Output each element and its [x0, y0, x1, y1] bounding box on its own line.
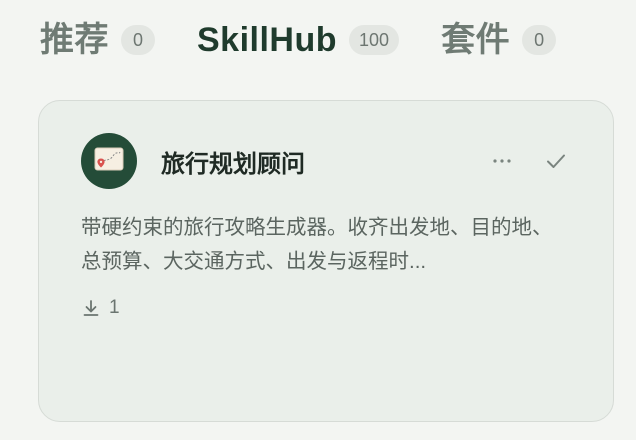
check-icon[interactable]: [539, 144, 573, 178]
download-count: 1: [81, 293, 120, 323]
skill-avatar: [81, 133, 137, 189]
skill-card[interactable]: 旅行规划顾问 带硬约束的旅行攻略生成器。收齐出发地、目的地、总预算、大交通方式、…: [38, 100, 614, 422]
skill-description: 带硬约束的旅行攻略生成器。收齐出发地、目的地、总预算、大交通方式、出发与返程时.…: [81, 216, 553, 273]
download-count-value: 1: [109, 297, 120, 318]
tab-skillhub-count-badge: 100: [349, 25, 400, 55]
travel-map-icon: [89, 139, 129, 184]
tab-suite-label: 套件: [441, 21, 511, 59]
skill-card-actions: [485, 144, 573, 178]
tab-recommend-label: 推荐: [40, 21, 109, 59]
download-icon: [81, 298, 101, 318]
skill-title: 旅行规划顾问: [161, 150, 305, 178]
tab-bar: 推荐 0 SkillHub 100 套件 0: [40, 14, 620, 66]
more-horizontal-icon[interactable]: [485, 144, 519, 178]
tab-suite-count-badge: 0: [522, 25, 557, 55]
tab-recommend-count-badge: 0: [121, 25, 155, 55]
tab-skillhub[interactable]: SkillHub 100: [197, 21, 400, 59]
tab-recommend[interactable]: 推荐 0: [40, 23, 155, 57]
skill-card-header: 旅行规划顾问: [81, 133, 573, 189]
tab-skillhub-label: SkillHub: [197, 21, 338, 59]
tab-suite[interactable]: 套件 0: [441, 21, 557, 59]
